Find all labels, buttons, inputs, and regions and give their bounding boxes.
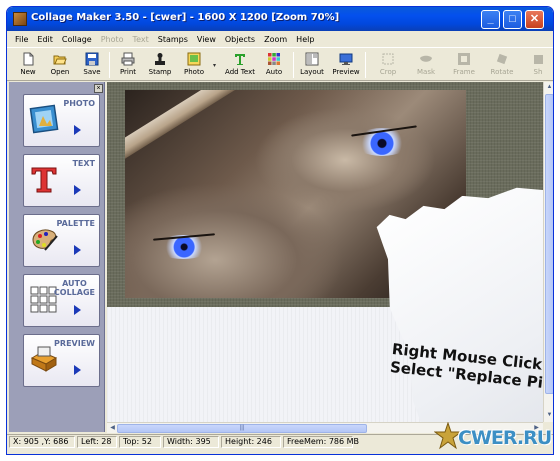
auto-label: Auto [265, 68, 283, 76]
window-title: Collage Maker 3.50 - [cwer] - 1600 X 120… [31, 12, 340, 23]
auto-label-line2: COLLAGE [53, 288, 95, 297]
new-document-icon [23, 52, 34, 66]
text-t-icon [31, 167, 57, 193]
collage-canvas[interactable]: Right Mouse Click Select "Replace Pi [107, 82, 543, 422]
preview-monitor-icon [339, 53, 353, 65]
mask-icon [420, 55, 432, 62]
frame-button[interactable]: Frame [447, 51, 481, 79]
shadow-label: Sh [533, 68, 543, 76]
rotate-button[interactable]: Rotate [485, 51, 519, 79]
vertical-scrollbar[interactable]: ▲ ▼ [543, 82, 553, 422]
crop-label: Crop [379, 68, 397, 76]
arrow-right-icon [74, 245, 81, 255]
close-button[interactable]: ✕ [525, 10, 544, 29]
scroll-up-icon[interactable]: ▲ [544, 82, 553, 93]
photo-dropdown-icon[interactable]: ▾ [213, 62, 216, 69]
panel-photo-button[interactable]: PHOTO [23, 94, 100, 147]
photo-icon [187, 52, 201, 66]
panel-auto-collage-label: AUTO COLLAGE [54, 279, 95, 297]
shadow-button[interactable]: Sh [521, 51, 553, 79]
crop-icon [382, 53, 394, 65]
maximize-button[interactable]: □ [503, 10, 522, 29]
shadow-icon [534, 55, 543, 64]
stamp-icon [155, 53, 165, 65]
watermark-logo: CWER.RU [430, 418, 558, 458]
panel-palette-button[interactable]: PALETTE [23, 214, 100, 267]
layout-button[interactable]: Layout [295, 51, 329, 79]
frame-icon [458, 53, 470, 65]
app-window: Collage Maker 3.50 - [cwer] - 1600 X 120… [6, 6, 554, 455]
save-disk-icon [85, 52, 99, 66]
watermark-text: CWER.RU [458, 427, 552, 449]
toolbar-separator [365, 52, 366, 78]
menu-view[interactable]: View [197, 35, 216, 44]
auto-grid-icon [268, 53, 280, 65]
add-text-button[interactable]: Add Text [223, 51, 257, 79]
preview-label: Preview [332, 68, 360, 76]
menu-zoom[interactable]: Zoom [264, 35, 287, 44]
preview-computer-icon [30, 346, 58, 372]
photo-label: Photo [184, 68, 204, 76]
minimize-button[interactable]: _ [481, 10, 500, 29]
vertical-scroll-thumb[interactable] [545, 94, 553, 394]
arrow-right-icon [74, 365, 81, 375]
status-left: Left: 28 [77, 436, 117, 448]
auto-button[interactable]: Auto [257, 51, 291, 79]
save-button[interactable]: Save [75, 51, 109, 79]
arrow-right-icon [74, 305, 81, 315]
app-icon[interactable] [13, 12, 27, 26]
mask-label: Mask [416, 68, 436, 76]
layout-icon [305, 52, 319, 66]
status-height: Height: 246 [221, 436, 281, 448]
title-bar[interactable]: Collage Maker 3.50 - [cwer] - 1600 X 120… [7, 7, 553, 31]
open-folder-icon [53, 55, 67, 65]
arrow-right-icon [74, 185, 81, 195]
rotate-icon [496, 53, 508, 65]
panel-palette-label: PALETTE [56, 219, 95, 228]
text-t-icon [235, 54, 245, 65]
status-freemem: FreeMem: 786 MB [283, 436, 359, 448]
menu-bar: File Edit Collage Photo Text Stamps View… [7, 31, 553, 47]
palette-icon [32, 229, 58, 251]
panel-preview-button[interactable]: PREVIEW [23, 334, 100, 387]
toolbar: New Open Save Print Stamp Photo ▾ Add Te… [7, 47, 553, 81]
photo-button[interactable]: Photo [177, 51, 211, 79]
panel-text-label: TEXT [72, 159, 95, 168]
printer-icon [121, 52, 135, 66]
left-panel: × PHOTO TEXT PALETTE AUTO COLLAGE PREVIEW [9, 82, 105, 432]
panel-auto-collage-button[interactable]: AUTO COLLAGE [23, 274, 100, 327]
menu-text[interactable]: Text [133, 35, 149, 44]
panel-preview-label: PREVIEW [54, 339, 95, 348]
panel-photo-label: PHOTO [63, 99, 95, 108]
panel-close-icon[interactable]: × [94, 84, 103, 93]
menu-edit[interactable]: Edit [37, 35, 53, 44]
photo-frame-icon [29, 104, 59, 134]
menu-file[interactable]: File [15, 35, 28, 44]
menu-objects[interactable]: Objects [225, 35, 255, 44]
frame-label: Frame [453, 68, 475, 76]
panel-text-button[interactable]: TEXT [23, 154, 100, 207]
menu-help[interactable]: Help [296, 35, 314, 44]
crop-button[interactable]: Crop [371, 51, 405, 79]
status-width: Width: 395 [163, 436, 219, 448]
menu-stamps[interactable]: Stamps [158, 35, 188, 44]
arrow-right-icon [74, 125, 81, 135]
horizontal-scroll-thumb[interactable]: ||| [117, 424, 367, 433]
stamp-button[interactable]: Stamp [143, 51, 177, 79]
mask-button[interactable]: Mask [409, 51, 443, 79]
menu-collage[interactable]: Collage [62, 35, 92, 44]
menu-photo[interactable]: Photo [101, 35, 124, 44]
preview-button[interactable]: Preview [329, 51, 363, 79]
status-coordinates: X: 905 ,Y: 686 [9, 436, 75, 448]
status-top: Top: 52 [119, 436, 161, 448]
auto-label-line1: AUTO [62, 279, 87, 288]
